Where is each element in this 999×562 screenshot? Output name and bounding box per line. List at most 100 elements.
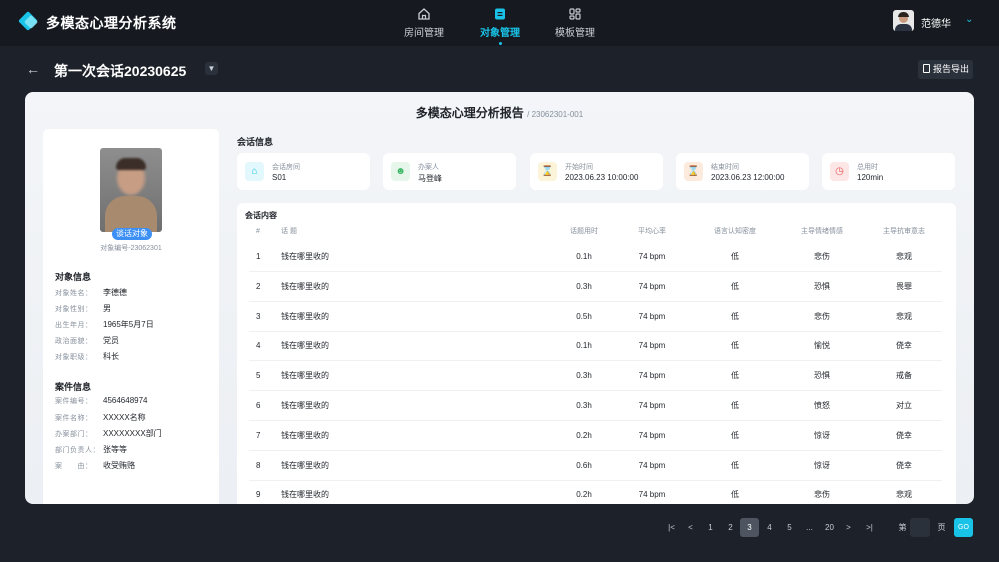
table-cell: 悲伤 <box>814 311 830 321</box>
first-page-icon[interactable]: |< <box>662 518 681 537</box>
session-dropdown-chevron-icon[interactable]: ▼ <box>205 62 218 75</box>
subject-info-heading: 对象信息 <box>55 272 92 282</box>
session-info-tile: ⌂ 会话房间 S01 <box>237 153 370 190</box>
app-title: 多模态心理分析系统 <box>46 15 177 31</box>
table-cell: 戒备 <box>896 371 912 381</box>
tile-label: 总用时 <box>857 164 878 171</box>
case-field: 部门负责人： 张等等 <box>55 445 127 454</box>
table-row[interactable]: 7 钱在哪里收的 0.2h 74 bpm 低 惊讶 侥幸 <box>249 421 942 451</box>
nav-template-management[interactable]: 模板管理 <box>540 6 610 44</box>
page-number[interactable]: 3 <box>740 518 759 537</box>
table-row[interactable]: 1 钱在哪里收的 0.1h 74 bpm 低 悲伤 悲观 <box>249 242 942 272</box>
export-report-button[interactable]: 报告导出 <box>918 60 973 79</box>
user-name[interactable]: 范德华 <box>921 15 951 30</box>
table-cell: 74 bpm <box>638 430 666 440</box>
home-icon <box>418 8 430 20</box>
page-number[interactable]: 5 <box>780 518 799 537</box>
grid-icon <box>569 8 581 20</box>
last-page-icon[interactable]: >| <box>860 518 879 537</box>
nav-label: 对象管理 <box>480 28 520 39</box>
hourglass-icon: ⌛ <box>538 162 557 181</box>
nav-label: 模板管理 <box>555 28 595 39</box>
case-field: 办案部门： XXXXXXXX部门 <box>55 429 162 438</box>
go-button[interactable]: GO <box>954 518 973 537</box>
chevron-down-icon[interactable]: ⌄ <box>965 14 973 25</box>
export-label: 报告导出 <box>933 64 970 74</box>
column-header: 平均心率 <box>638 228 666 235</box>
table-cell: 愤怒 <box>814 401 830 410</box>
table-cell: 0.3h <box>576 371 592 381</box>
table-cell: 0.2h <box>576 490 592 500</box>
table-row[interactable]: 5 钱在哪里收的 0.3h 74 bpm 低 恐惧 戒备 <box>249 361 942 392</box>
case-field: 案件编号： 4564648974 <box>55 396 148 405</box>
session-info-tile: ◷ 总用时 120min <box>822 153 955 190</box>
page-number[interactable]: 1 <box>701 518 720 537</box>
table-cell: 0.3h <box>576 401 592 410</box>
table-cell: 对立 <box>896 401 912 410</box>
session-content-table: 会话内容 # 话 题 话题用时 平均心率 语言认知密度 主导情绪情感 主导抗审意… <box>237 203 956 504</box>
nav-room-management[interactable]: 房间管理 <box>389 6 459 44</box>
table-cell: 74 bpm <box>638 341 666 351</box>
hourglass-icon: ⌛ <box>684 162 703 181</box>
page-number[interactable]: 2 <box>721 518 740 537</box>
document-icon <box>495 8 505 20</box>
table-row[interactable]: 8 钱在哪里收的 0.6h 74 bpm 低 惊讶 侥幸 <box>249 451 942 481</box>
table-cell: 悲伤 <box>814 252 830 261</box>
table-cell: 恐惧 <box>814 371 830 381</box>
subject-field: 对象姓名： 李德德 <box>55 288 127 297</box>
table-cell: 0.2h <box>576 430 592 440</box>
active-indicator <box>498 42 502 45</box>
table-cell: 钱在哪里收的 <box>281 490 329 500</box>
column-header: # <box>256 228 260 235</box>
table-cell: 74 bpm <box>638 281 666 291</box>
table-row[interactable]: 6 钱在哪里收的 0.3h 74 bpm 低 愤怒 对立 <box>249 391 942 421</box>
subject-panel: 谈话对象 对象编号-23062301 对象信息 对象姓名： 李德德 对象性别：男 … <box>43 129 219 504</box>
table-cell: 侥幸 <box>896 460 912 470</box>
page-number[interactable]: 4 <box>760 518 779 537</box>
back-arrow-icon[interactable]: ← <box>26 61 40 77</box>
table-cell: 钱在哪里收的 <box>281 460 329 470</box>
page-number-input[interactable] <box>910 518 930 537</box>
table-cell: 74 bpm <box>638 490 666 500</box>
column-header: 话 题 <box>281 228 297 235</box>
top-bar: 多模态心理分析系统 房间管理 对象管理 模板管理 范德华 ⌄ <box>0 0 999 46</box>
table-cell: 低 <box>731 460 739 470</box>
table-cell: 低 <box>731 401 739 410</box>
table-cell: 畏罪 <box>896 281 912 291</box>
next-page-icon[interactable]: > <box>839 518 858 537</box>
prev-page-icon[interactable]: < <box>681 518 700 537</box>
nav-object-management[interactable]: 对象管理 <box>465 6 535 45</box>
avatar[interactable] <box>893 10 914 31</box>
table-cell: 惊讶 <box>814 460 830 470</box>
tile-value: S01 <box>272 173 287 182</box>
page-number[interactable]: 20 <box>820 518 839 537</box>
table-row[interactable]: 2 钱在哪里收的 0.3h 74 bpm 低 恐惧 畏罪 <box>249 272 942 302</box>
table-cell: 2 <box>256 281 261 291</box>
column-header: 语言认知密度 <box>714 228 756 235</box>
table-cell: 3 <box>256 311 261 321</box>
table-cell: 钱在哪里收的 <box>281 311 329 321</box>
export-icon <box>923 64 930 73</box>
session-info-heading: 会话信息 <box>237 137 274 147</box>
table-cell: 钱在哪里收的 <box>281 281 329 291</box>
table-row[interactable]: 3 钱在哪里收的 0.5h 74 bpm 低 悲伤 悲观 <box>249 302 942 332</box>
table-cell: 悲观 <box>896 490 912 500</box>
table-row[interactable]: 9 钱在哪里收的 0.2h 74 bpm 低 悲伤 悲观 <box>249 480 942 504</box>
user-icon: ☻ <box>391 162 410 181</box>
table-cell: 74 bpm <box>638 371 666 381</box>
subject-photo <box>100 148 162 232</box>
table-cell: 钱在哪里收的 <box>281 252 329 261</box>
table-cell: 74 bpm <box>638 311 666 321</box>
report-title: 多模态心理分析报告 / 23062301-001 <box>25 104 974 121</box>
table-cell: 1 <box>256 252 261 261</box>
case-field: 案件名称： XXXXX名称 <box>55 413 146 422</box>
table-cell: 低 <box>731 490 739 500</box>
session-info-tile: ⌛ 开始时间 2023.06.23 10:00:00 <box>530 153 663 190</box>
case-info-heading: 案件信息 <box>55 382 92 392</box>
tile-label: 办案人 <box>418 164 439 171</box>
tile-value: 2023.06.23 12:00:00 <box>711 173 785 182</box>
table-cell: 悲伤 <box>814 490 830 500</box>
table-cell: 0.5h <box>576 311 592 321</box>
table-row[interactable]: 4 钱在哪里收的 0.1h 74 bpm 低 愉悦 侥幸 <box>249 331 942 362</box>
table-cell: 低 <box>731 311 739 321</box>
